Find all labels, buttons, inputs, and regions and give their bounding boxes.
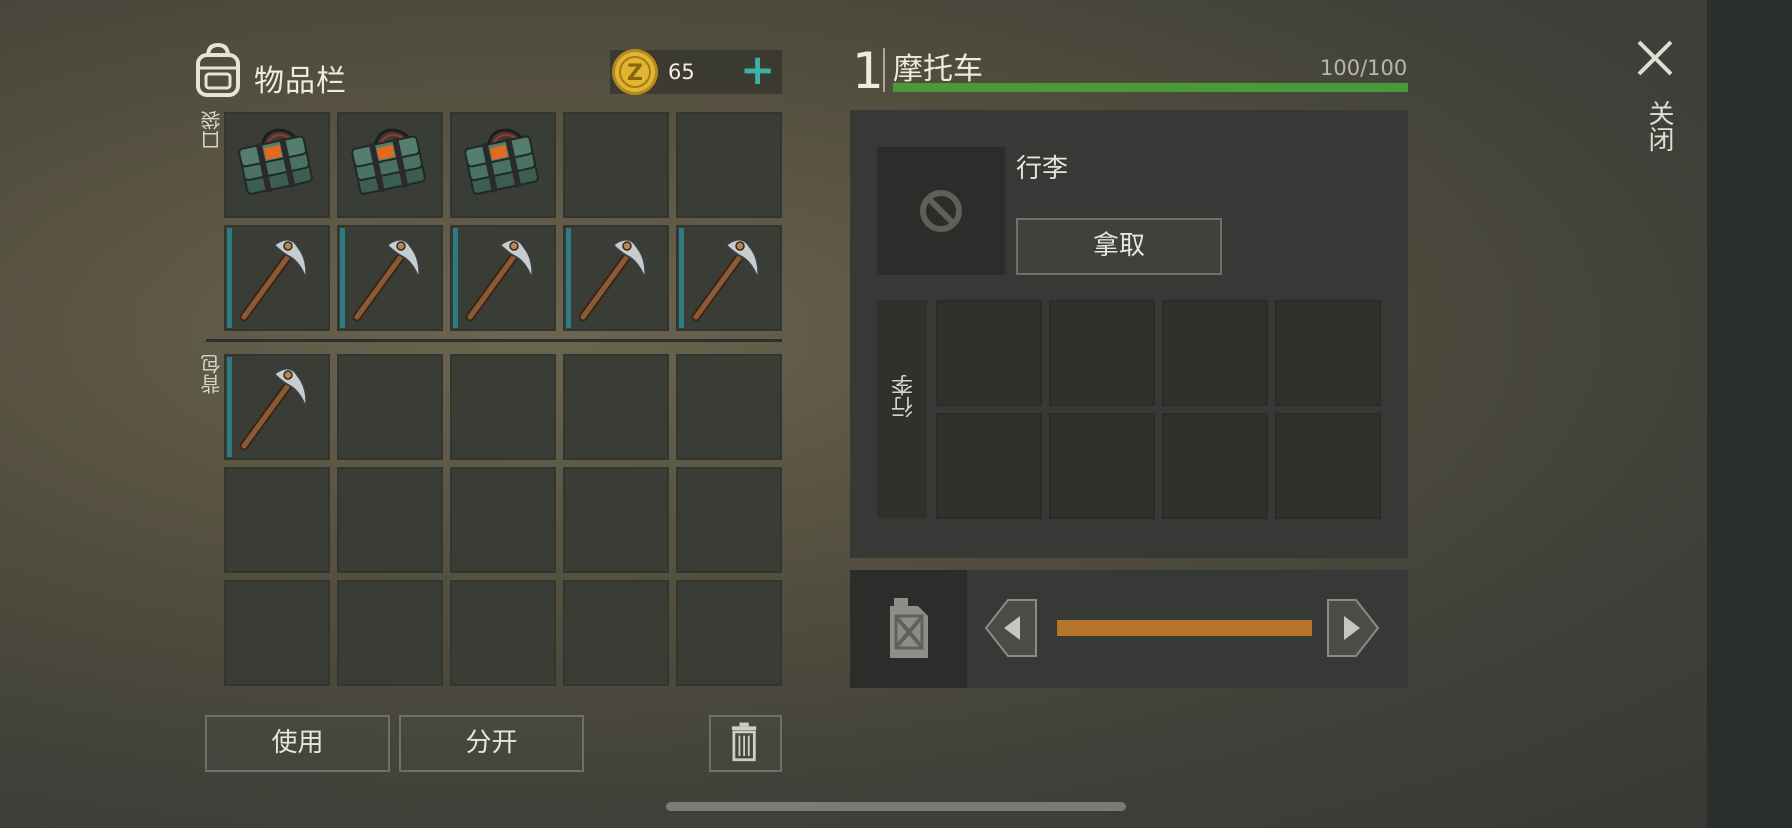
trunk-slot[interactable] xyxy=(936,300,1042,406)
vehicle-hp-text: 100/100 xyxy=(1320,56,1408,80)
vehicle-hp-fill xyxy=(893,83,1408,92)
backpack-grid xyxy=(224,354,782,686)
explosive-icon xyxy=(464,128,539,195)
trunk-grid xyxy=(936,300,1381,519)
pocket-slot[interactable] xyxy=(337,112,443,218)
pocket-slot[interactable] xyxy=(337,225,443,331)
inventory-header: 物品栏 Z 65 + xyxy=(192,40,782,100)
right-dark-strip xyxy=(1707,0,1792,828)
trash-button[interactable] xyxy=(709,715,782,772)
pickaxe-icon xyxy=(578,238,647,322)
fuel-increase-button[interactable] xyxy=(1326,598,1380,658)
backpack-slot[interactable] xyxy=(224,354,330,460)
trunk-lock-slot xyxy=(877,147,1005,275)
pocket-slot[interactable] xyxy=(224,112,330,218)
fuel-bar[interactable] xyxy=(1057,620,1312,636)
pocket-slot[interactable] xyxy=(224,225,330,331)
backpack-slot[interactable] xyxy=(337,467,443,573)
fuel-icon-box xyxy=(850,570,967,688)
backpack-icon xyxy=(196,42,240,97)
close-label[interactable]: 关闭 xyxy=(1641,100,1678,152)
fuel-decrease-button[interactable] xyxy=(984,598,1038,658)
trunk-slot[interactable] xyxy=(1049,413,1155,519)
section-divider xyxy=(206,339,782,342)
backpack-slot[interactable] xyxy=(563,467,669,573)
pocket-slot[interactable] xyxy=(676,225,782,331)
home-indicator xyxy=(666,802,1126,811)
backpack-slot[interactable] xyxy=(450,354,556,460)
pocket-slot[interactable] xyxy=(450,225,556,331)
backpack-slot[interactable] xyxy=(676,580,782,686)
add-coins-button[interactable]: + xyxy=(740,42,775,98)
backpack-slot[interactable] xyxy=(450,467,556,573)
fuel-bar-fill xyxy=(1057,620,1312,636)
inventory-title: 物品栏 xyxy=(254,64,347,99)
trunk-slot[interactable] xyxy=(1275,413,1381,519)
trunk-slot[interactable] xyxy=(1162,413,1268,519)
backpack-slot[interactable] xyxy=(337,354,443,460)
use-button[interactable]: 使用 xyxy=(205,715,390,772)
pickaxe-icon xyxy=(352,238,421,322)
explosive-icon xyxy=(351,128,426,195)
split-button[interactable]: 分开 xyxy=(399,715,584,772)
split-button-label: 分开 xyxy=(465,728,518,758)
trash-icon xyxy=(732,722,757,762)
backpack-slot[interactable] xyxy=(337,580,443,686)
vehicle-name: 摩托车 xyxy=(893,52,983,87)
backpack-label: 背包 xyxy=(200,354,224,394)
pocket-slot[interactable] xyxy=(676,112,782,218)
vehicle-hp-bar xyxy=(893,83,1408,92)
explosive-icon xyxy=(238,128,313,195)
coin-icon: Z xyxy=(612,49,658,95)
pocket-slot[interactable] xyxy=(563,112,669,218)
pickaxe-icon xyxy=(465,238,534,322)
pocket-slot[interactable] xyxy=(563,225,669,331)
backpack-slot[interactable] xyxy=(450,580,556,686)
prohibited-icon xyxy=(920,190,962,232)
trunk-side-tab: 行李 xyxy=(877,300,927,518)
trunk-slot[interactable] xyxy=(1162,300,1268,406)
take-button-label: 拿取 xyxy=(1092,231,1145,261)
use-button-label: 使用 xyxy=(271,728,324,758)
svg-text:Z: Z xyxy=(627,61,643,86)
pocket-label: 口袋 xyxy=(200,110,224,150)
pickaxe-icon xyxy=(239,238,308,322)
vehicle-separator xyxy=(883,48,885,92)
pickaxe-icon xyxy=(239,367,308,451)
fuel-can-icon xyxy=(890,598,928,658)
pocket-grid xyxy=(224,112,782,331)
close-icon[interactable] xyxy=(1635,38,1675,78)
backpack-slot[interactable] xyxy=(224,467,330,573)
backpack-slot[interactable] xyxy=(563,354,669,460)
backpack-slot[interactable] xyxy=(563,580,669,686)
vehicle-number: 1 xyxy=(852,42,884,100)
take-button[interactable]: 拿取 xyxy=(1016,218,1222,275)
trunk-slot[interactable] xyxy=(1049,300,1155,406)
backpack-slot[interactable] xyxy=(224,580,330,686)
pickaxe-icon xyxy=(691,238,760,322)
coin-count: 65 xyxy=(668,60,695,84)
trunk-title: 行李 xyxy=(1016,154,1069,184)
trunk-slot[interactable] xyxy=(936,413,1042,519)
backpack-slot[interactable] xyxy=(676,354,782,460)
pocket-slot[interactable] xyxy=(450,112,556,218)
backpack-slot[interactable] xyxy=(676,467,782,573)
trunk-slot[interactable] xyxy=(1275,300,1381,406)
trunk-side-label: 行李 xyxy=(892,374,917,418)
